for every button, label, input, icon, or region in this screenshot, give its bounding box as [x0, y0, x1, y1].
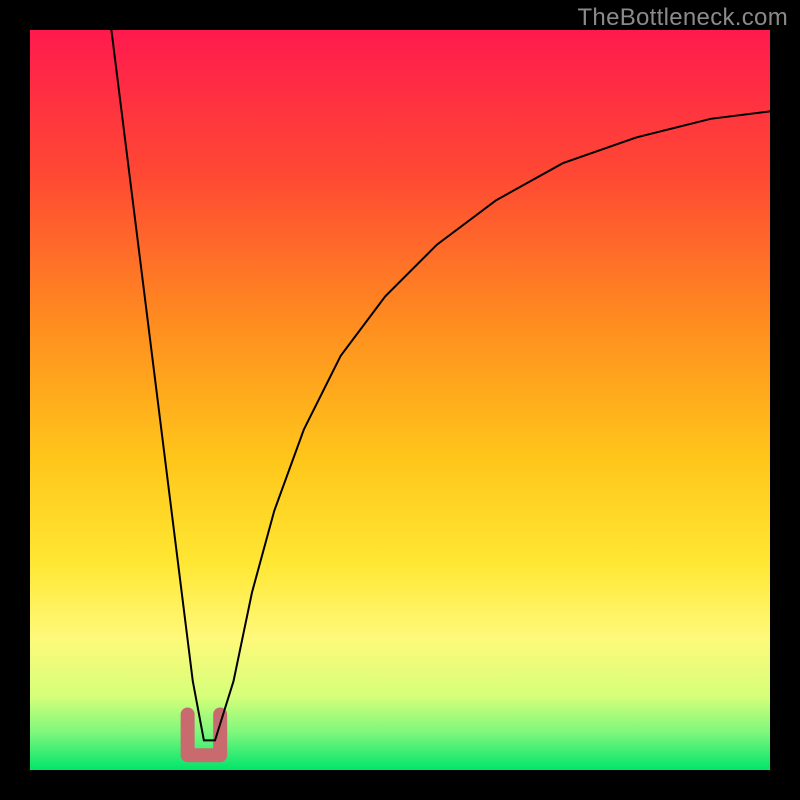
watermark-text: TheBottleneck.com [577, 4, 788, 32]
plot-area [30, 30, 770, 770]
chart-frame: TheBottleneck.com [0, 0, 800, 800]
chart-svg [30, 30, 770, 770]
gradient-background [30, 30, 770, 770]
